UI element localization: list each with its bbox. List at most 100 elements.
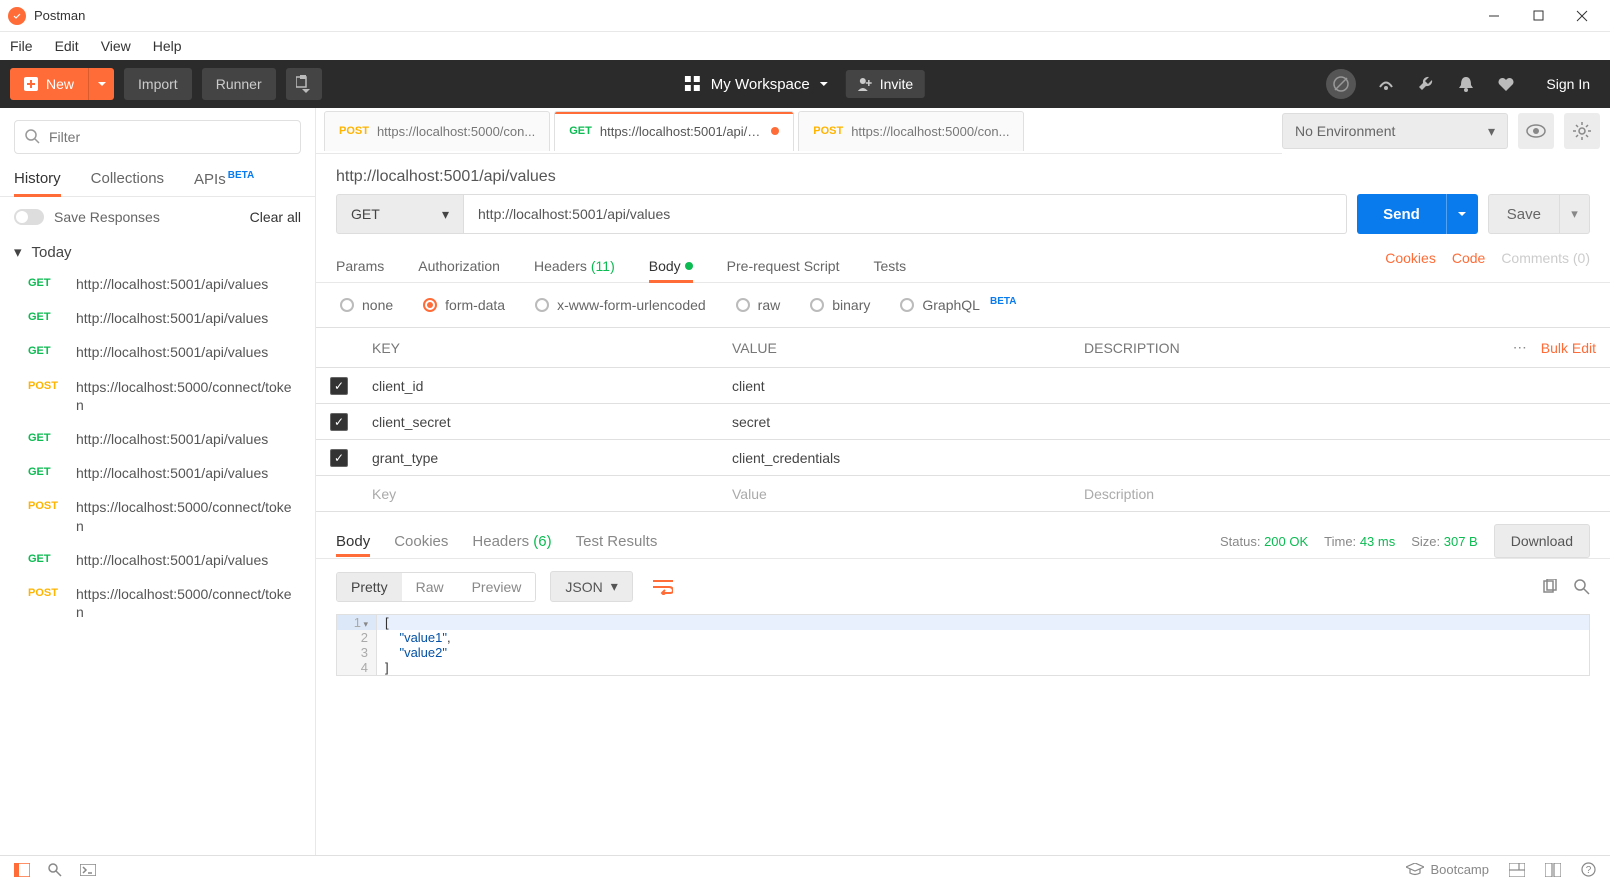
bell-icon[interactable] — [1456, 74, 1476, 94]
kv-value[interactable]: client — [722, 378, 1074, 394]
menu-file[interactable]: File — [10, 38, 33, 54]
cookies-link[interactable]: Cookies — [1385, 250, 1436, 282]
search-response-icon[interactable] — [1574, 579, 1590, 595]
bodytype-raw[interactable]: raw — [736, 297, 781, 313]
filter-field[interactable] — [49, 129, 290, 145]
satellite-icon[interactable] — [1376, 74, 1396, 94]
find-icon[interactable] — [48, 863, 62, 877]
history-item[interactable]: POSThttps://localhost:5000/connect/token — [0, 490, 315, 542]
history-item[interactable]: POSThttps://localhost:5000/connect/token — [0, 577, 315, 629]
code-link[interactable]: Code — [1452, 250, 1485, 282]
bodytype-formdata[interactable]: form-data — [423, 297, 505, 313]
console-icon[interactable] — [80, 864, 96, 876]
new-dropdown[interactable] — [88, 68, 114, 100]
minimize-icon[interactable] — [1486, 8, 1502, 24]
menu-view[interactable]: View — [101, 38, 131, 54]
method-selector[interactable]: GET ▾ — [336, 194, 464, 234]
more-icon[interactable]: ⋯ — [1513, 339, 1527, 356]
signin-button[interactable]: Sign In — [1536, 70, 1600, 98]
checkbox[interactable]: ✓ — [330, 377, 348, 395]
save-button[interactable]: Save — [1488, 194, 1560, 234]
env-settings-button[interactable] — [1564, 113, 1600, 149]
subtab-tests[interactable]: Tests — [873, 250, 906, 282]
menu-edit[interactable]: Edit — [55, 38, 79, 54]
invite-button[interactable]: Invite — [846, 70, 925, 98]
sidebar-tab-apis[interactable]: APIsBETA — [194, 162, 254, 196]
maximize-icon[interactable] — [1530, 8, 1546, 24]
close-icon[interactable] — [1574, 8, 1590, 24]
history-item[interactable]: GEThttp://localhost:5001/api/values — [0, 456, 315, 490]
filter-input[interactable] — [14, 120, 301, 154]
bodytype-none[interactable]: none — [340, 297, 393, 313]
sync-off-icon[interactable] — [1326, 69, 1356, 99]
format-selector[interactable]: JSON ▾ — [550, 571, 632, 602]
kv-value[interactable]: client_credentials — [722, 450, 1074, 466]
response-body[interactable]: 1[2 "value1",3 "value2"4] — [336, 614, 1590, 676]
request-tab[interactable]: GEThttps://localhost:5001/api/v... — [554, 111, 794, 151]
history-item[interactable]: GEThttp://localhost:5001/api/values — [0, 422, 315, 456]
bodytype-binary[interactable]: binary — [810, 297, 870, 313]
kv-key[interactable]: client_secret — [362, 414, 722, 430]
save-dropdown[interactable]: ▾ — [1560, 194, 1590, 234]
bodytype-xwww[interactable]: x-www-form-urlencoded — [535, 297, 706, 313]
kv-row-placeholder[interactable]: Key Value Description — [316, 476, 1610, 512]
sidebar-toggle-icon[interactable] — [14, 863, 30, 877]
request-tab[interactable]: POSThttps://localhost:5000/con... — [324, 111, 550, 151]
view-pretty[interactable]: Pretty — [337, 573, 402, 601]
wrench-icon[interactable] — [1416, 74, 1436, 94]
download-button[interactable]: Download — [1494, 524, 1590, 558]
resp-tab-body[interactable]: Body — [336, 527, 370, 556]
subtab-body[interactable]: Body — [649, 250, 693, 282]
bodytype-graphql[interactable]: GraphQLBETA — [900, 297, 1016, 313]
two-pane-icon[interactable] — [1545, 863, 1561, 877]
subtab-params[interactable]: Params — [336, 250, 384, 282]
bulk-edit-button[interactable]: Bulk Edit — [1541, 340, 1596, 356]
request-tab[interactable]: POSThttps://localhost:5000/con... — [798, 111, 1024, 151]
resp-tab-headers[interactable]: Headers (6) — [472, 527, 551, 556]
heart-icon[interactable] — [1496, 74, 1516, 94]
open-new-button[interactable] — [286, 68, 322, 100]
import-button[interactable]: Import — [124, 68, 192, 100]
history-item[interactable]: GEThttp://localhost:5001/api/values — [0, 335, 315, 369]
kv-value[interactable]: secret — [722, 414, 1074, 430]
new-button[interactable]: New — [10, 68, 88, 100]
resp-tab-cookies[interactable]: Cookies — [394, 527, 448, 556]
resp-tab-tests[interactable]: Test Results — [576, 527, 658, 556]
kv-key[interactable]: grant_type — [362, 450, 722, 466]
copy-icon[interactable] — [1542, 579, 1558, 595]
subtab-prereq[interactable]: Pre-request Script — [727, 250, 840, 282]
history-item[interactable]: GEThttp://localhost:5001/api/values — [0, 543, 315, 577]
sidebar-tab-collections[interactable]: Collections — [91, 162, 164, 196]
environment-selector[interactable]: No Environment ▾ — [1282, 113, 1508, 149]
kv-key[interactable]: client_id — [362, 378, 722, 394]
checkbox[interactable]: ✓ — [330, 413, 348, 431]
kv-row[interactable]: ✓ grant_type client_credentials — [316, 440, 1610, 476]
checkbox[interactable]: ✓ — [330, 449, 348, 467]
kv-row[interactable]: ✓ client_id client — [316, 368, 1610, 404]
layout-builder-icon[interactable] — [1509, 863, 1525, 877]
clear-all-button[interactable]: Clear all — [250, 209, 301, 225]
wrap-lines-button[interactable] — [647, 572, 679, 602]
subtab-auth[interactable]: Authorization — [418, 250, 500, 282]
comments-link[interactable]: Comments (0) — [1501, 250, 1590, 282]
help-icon[interactable]: ? — [1581, 862, 1596, 877]
history-item[interactable]: GEThttp://localhost:5001/api/values — [0, 301, 315, 335]
view-preview[interactable]: Preview — [458, 573, 536, 601]
menu-help[interactable]: Help — [153, 38, 182, 54]
url-input[interactable] — [464, 194, 1347, 234]
history-section-today[interactable]: ▾ Today — [0, 237, 315, 267]
kv-row[interactable]: ✓ client_secret secret — [316, 404, 1610, 440]
send-button[interactable]: Send — [1357, 194, 1446, 234]
formdata-table: KEY VALUE DESCRIPTION ⋯ Bulk Edit ✓ clie… — [316, 327, 1610, 512]
subtab-headers[interactable]: Headers (11) — [534, 250, 615, 282]
bootcamp-button[interactable]: Bootcamp — [1406, 862, 1489, 877]
workspace-selector[interactable]: My Workspace — [685, 76, 828, 93]
history-item[interactable]: POSThttps://localhost:5000/connect/token — [0, 370, 315, 422]
history-item[interactable]: GEThttp://localhost:5001/api/values — [0, 267, 315, 301]
view-raw[interactable]: Raw — [402, 573, 458, 601]
runner-button[interactable]: Runner — [202, 68, 276, 100]
save-responses-toggle[interactable] — [14, 209, 44, 225]
send-dropdown[interactable] — [1446, 194, 1478, 234]
sidebar-tab-history[interactable]: History — [14, 162, 61, 196]
env-preview-button[interactable] — [1518, 113, 1554, 149]
